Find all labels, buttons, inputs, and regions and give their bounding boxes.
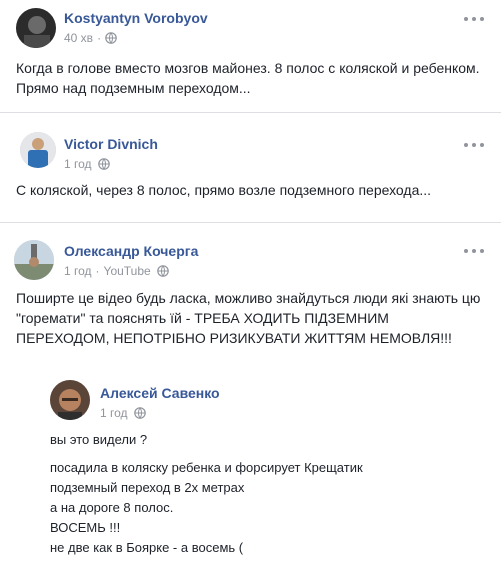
post-text: Когда в голове вместо мозгов майонез. 8 … bbox=[16, 58, 480, 98]
post-meta: 40 хв · bbox=[64, 31, 117, 45]
more-options-icon[interactable] bbox=[464, 14, 484, 24]
avatar-aleksey[interactable] bbox=[50, 380, 90, 420]
timestamp[interactable]: 1 год bbox=[100, 406, 128, 420]
globe-icon bbox=[156, 265, 169, 277]
globe-icon bbox=[97, 158, 110, 170]
text-line: вы это видели ? bbox=[50, 432, 148, 447]
post-text: Поширте це відео будь ласка, можливо зна… bbox=[16, 288, 480, 348]
source-label[interactable]: YouTube bbox=[104, 264, 151, 278]
separator-dot: · bbox=[97, 31, 102, 45]
post-text: С коляской, через 8 полос, прямо возле п… bbox=[16, 180, 431, 200]
globe-icon bbox=[105, 32, 117, 44]
text-line: посадила в коляску ребенка и форсирует К… bbox=[50, 460, 363, 475]
author-name[interactable]: Алексей Савенко bbox=[100, 385, 220, 401]
avatar-oleksandr[interactable] bbox=[14, 240, 54, 280]
divider bbox=[0, 222, 501, 223]
text-line: Прямо над подземным переходом... bbox=[16, 80, 251, 96]
avatar-kostyantyn[interactable] bbox=[16, 8, 56, 48]
post-meta: 1 год bbox=[100, 406, 146, 420]
text-line: "горемати" та пояснять їй - ТРЕБА ХОДИТЬ… bbox=[16, 310, 389, 326]
timestamp[interactable]: 1 год bbox=[64, 157, 92, 171]
more-options-icon[interactable] bbox=[464, 140, 484, 150]
post-meta: 1 год bbox=[64, 157, 110, 171]
text-line: а на дороге 8 полос. bbox=[50, 500, 174, 515]
post-meta: 1 год · YouTube bbox=[64, 264, 169, 278]
globe-icon bbox=[133, 407, 146, 419]
timestamp[interactable]: 1 год bbox=[64, 264, 92, 278]
text-line: подземный переход в 2х метрах bbox=[50, 480, 245, 495]
text-line: С коляской, через 8 полос, прямо возле п… bbox=[16, 182, 432, 198]
text-line: не две как в Боярке - а восемь ( bbox=[50, 540, 244, 555]
author-name[interactable]: Олександр Кочерга bbox=[64, 243, 198, 259]
text-line: ПЕРЕХОДОМ, НЕПОТРІБНО РИЗИКУВАТИ ЖИТТЯМ … bbox=[16, 330, 452, 346]
divider bbox=[0, 112, 501, 113]
post-text: вы это видели ? посадила в коляску ребен… bbox=[50, 430, 363, 558]
author-name[interactable]: Kostyantyn Vorobyov bbox=[64, 10, 208, 26]
author-name[interactable]: Victor Divnich bbox=[64, 136, 158, 152]
more-options-icon[interactable] bbox=[464, 246, 484, 256]
avatar-victor[interactable] bbox=[20, 132, 56, 168]
text-line: ВОСЕМЬ !!! bbox=[50, 520, 121, 535]
text-line: Когда в голове вместо мозгов майонез. 8 … bbox=[16, 60, 480, 76]
text-line: Поширте це відео будь ласка, можливо зна… bbox=[16, 290, 481, 306]
timestamp[interactable]: 40 хв bbox=[64, 31, 93, 45]
separator-dot: · bbox=[95, 264, 100, 278]
